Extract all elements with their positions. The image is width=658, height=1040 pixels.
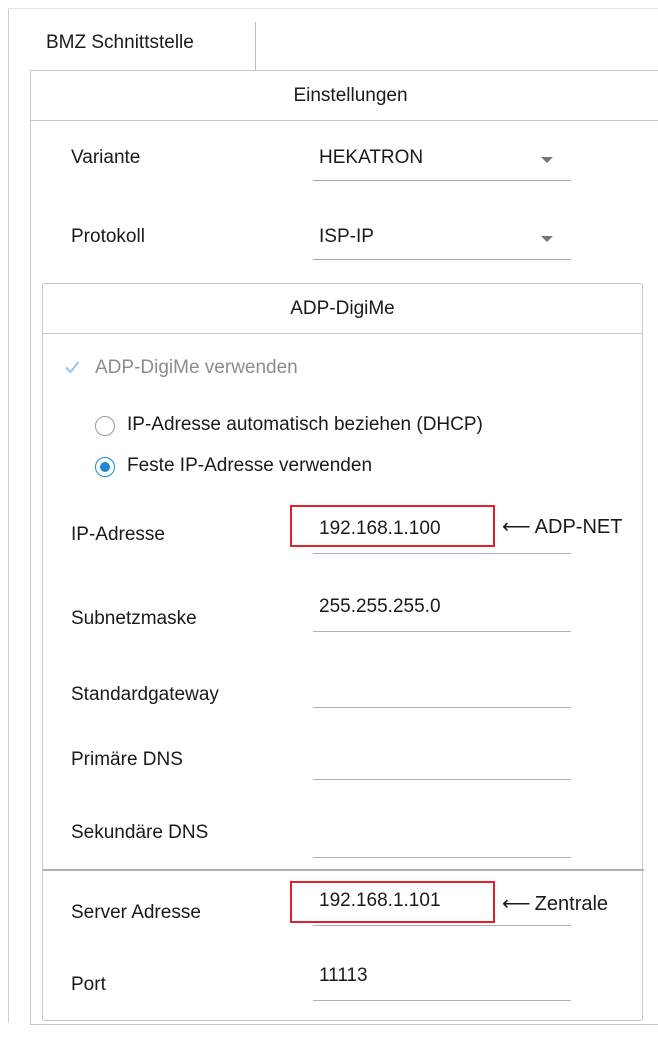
gateway-field[interactable] (313, 666, 571, 708)
dns1-label: Primäre DNS (71, 749, 183, 770)
radio-static-circle[interactable] (95, 457, 115, 477)
settings-header: Einstellungen (31, 71, 658, 121)
protokoll-label: Protokoll (71, 226, 145, 247)
ip-label: IP-Adresse (71, 524, 165, 545)
server-annotation-text: Zentrale (534, 893, 609, 915)
server-label: Server Adresse (71, 902, 201, 923)
subnet-value: 255.255.255.0 (319, 596, 441, 617)
server-highlight-box (290, 881, 495, 923)
dns2-field[interactable] (313, 816, 571, 858)
port-label: Port (71, 974, 106, 995)
chevron-down-icon (541, 157, 553, 163)
protokoll-dropdown[interactable]: ISP-IP (313, 218, 571, 260)
radio-dhcp-circle[interactable] (95, 416, 115, 436)
subnet-field[interactable]: 255.255.255.0 (313, 590, 571, 632)
variante-value: HEKATRON (319, 147, 424, 168)
adp-header: ADP-DigiMe (43, 284, 642, 334)
ip-highlight-box (290, 505, 495, 547)
gateway-label: Standardgateway (71, 684, 219, 705)
port-field[interactable]: 11113 (313, 959, 571, 1001)
port-value: 11113 (319, 965, 368, 986)
window-border-left (8, 8, 9, 1023)
radio-dhcp-label: IP-Adresse automatisch beziehen (DHCP) (127, 414, 483, 435)
server-annotation: ⟵ Zentrale (502, 891, 608, 916)
radio-static-label: Feste IP-Adresse verwenden (127, 455, 373, 476)
subnet-label: Subnetzmaske (71, 608, 197, 629)
checkmark-icon[interactable] (63, 358, 81, 376)
variante-label: Variante (71, 147, 141, 168)
adp-use-label: ADP-DigiMe verwenden (95, 357, 298, 378)
ip-annotation: ⟵ ADP-NET (502, 514, 622, 539)
tab-label: BMZ Schnittstelle (46, 32, 194, 53)
arrow-left-icon: ⟵ (502, 516, 531, 538)
tab-bmz-schnittstelle[interactable]: BMZ Schnittstelle (30, 22, 256, 70)
variante-dropdown[interactable]: HEKATRON (313, 139, 571, 181)
dns2-label: Sekundäre DNS (71, 822, 209, 843)
ip-annotation-text: ADP-NET (534, 516, 623, 538)
chevron-down-icon (541, 236, 553, 242)
dns1-field[interactable] (313, 738, 571, 780)
window-border-top (8, 8, 658, 9)
protokoll-value: ISP-IP (319, 226, 374, 247)
arrow-left-icon: ⟵ (502, 893, 531, 915)
section-divider (43, 869, 644, 871)
